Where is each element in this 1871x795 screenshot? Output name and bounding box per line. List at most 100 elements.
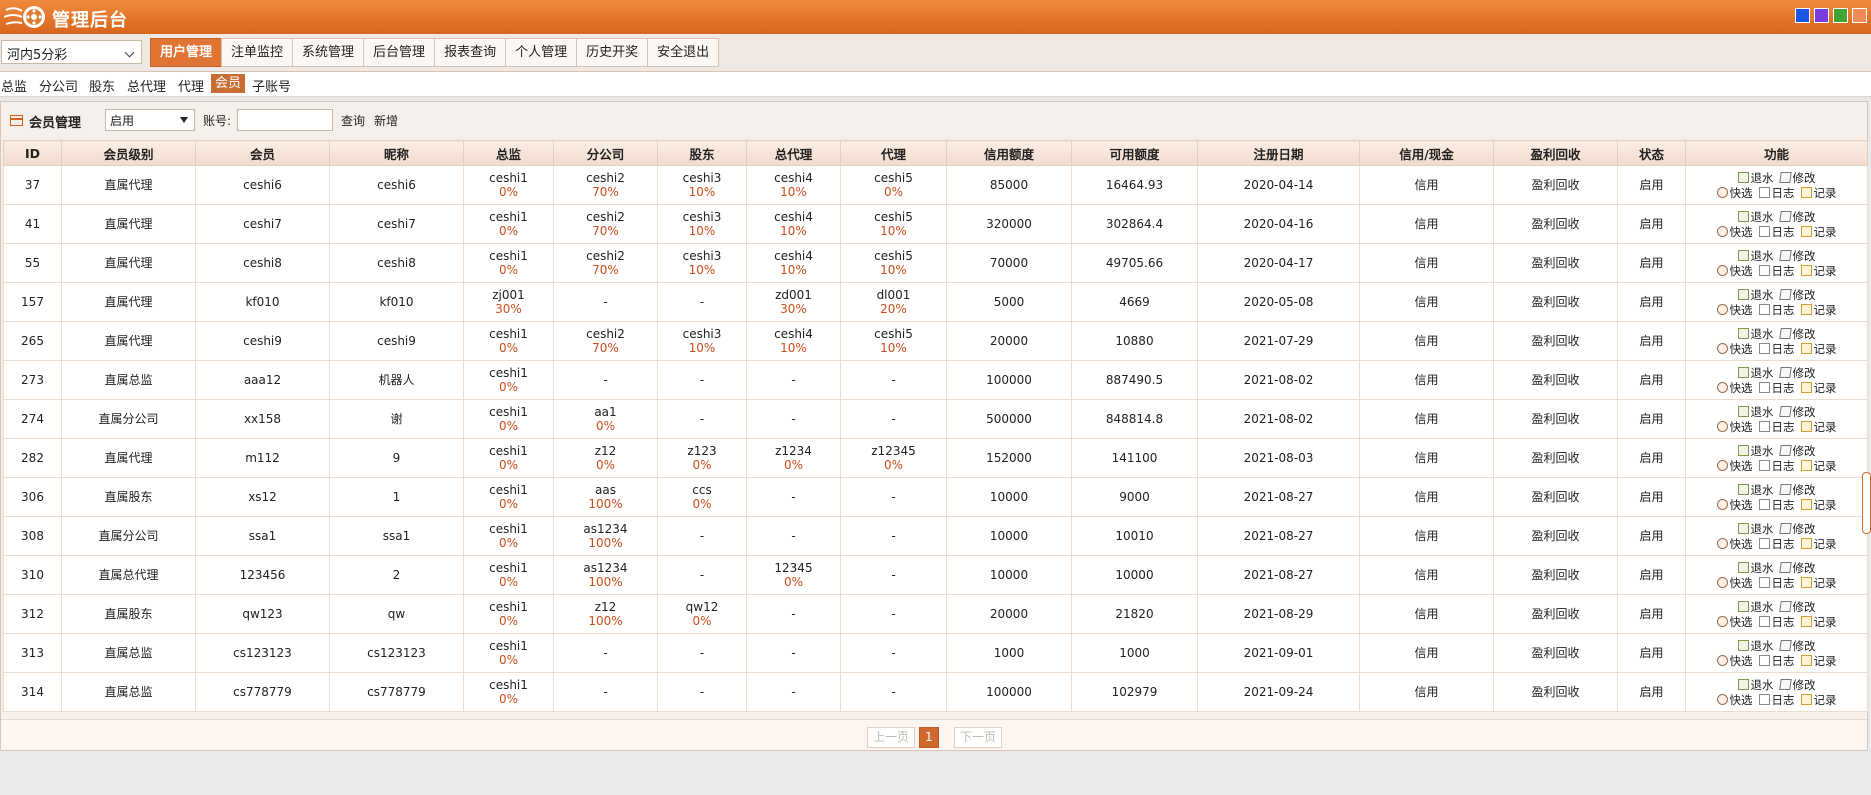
log-button[interactable]: 日志 bbox=[1758, 185, 1795, 200]
record-button[interactable]: 记录 bbox=[1800, 224, 1837, 239]
refund-button[interactable]: 退水 bbox=[1737, 560, 1774, 575]
quick-select-button[interactable]: 快选 bbox=[1716, 380, 1753, 395]
log-button[interactable]: 日志 bbox=[1758, 692, 1795, 707]
subnav-shareholder[interactable]: 股东 bbox=[89, 76, 115, 95]
refund-button[interactable]: 退水 bbox=[1737, 521, 1774, 536]
nav-report-query[interactable]: 报表查询 bbox=[434, 38, 507, 67]
refund-button[interactable]: 退水 bbox=[1737, 287, 1774, 302]
record-button[interactable]: 记录 bbox=[1800, 419, 1837, 434]
refund-button[interactable]: 退水 bbox=[1737, 677, 1774, 692]
log-button[interactable]: 日志 bbox=[1758, 380, 1795, 395]
nav-logout[interactable]: 安全退出 bbox=[647, 38, 720, 67]
nav-history-results[interactable]: 历史开奖 bbox=[576, 38, 649, 67]
record-button[interactable]: 记录 bbox=[1800, 302, 1837, 317]
record-button[interactable]: 记录 bbox=[1800, 380, 1837, 395]
log-button[interactable]: 日志 bbox=[1758, 536, 1795, 551]
edit-button[interactable]: 修改 bbox=[1778, 482, 1816, 497]
edit-button[interactable]: 修改 bbox=[1778, 209, 1816, 224]
nav-user-management[interactable]: 用户管理 bbox=[150, 38, 223, 67]
quick-select-button[interactable]: 快选 bbox=[1716, 458, 1753, 473]
theme-swatch-orange[interactable] bbox=[1852, 8, 1867, 23]
log-button[interactable]: 日志 bbox=[1758, 458, 1795, 473]
refund-button[interactable]: 退水 bbox=[1737, 599, 1774, 614]
refund-button[interactable]: 退水 bbox=[1737, 248, 1774, 263]
edit-button[interactable]: 修改 bbox=[1778, 404, 1816, 419]
edit-button[interactable]: 修改 bbox=[1778, 287, 1816, 302]
current-page[interactable]: 1 bbox=[919, 727, 939, 748]
nav-bet-monitor[interactable]: 注单监控 bbox=[221, 38, 294, 67]
subnav-agent[interactable]: 代理 bbox=[178, 76, 204, 95]
edit-button[interactable]: 修改 bbox=[1778, 248, 1816, 263]
lottery-select[interactable]: 河内5分彩 bbox=[1, 40, 142, 64]
account-input[interactable] bbox=[237, 109, 333, 131]
nav-backend-management[interactable]: 后台管理 bbox=[363, 38, 436, 67]
subnav-member[interactable]: 会员 bbox=[211, 74, 246, 93]
log-button[interactable]: 日志 bbox=[1758, 653, 1795, 668]
edit-button[interactable]: 修改 bbox=[1778, 521, 1816, 536]
nav-personal-management[interactable]: 个人管理 bbox=[505, 38, 578, 67]
add-button[interactable]: 新增 bbox=[374, 112, 398, 129]
cell-director-share: 0% bbox=[498, 419, 519, 433]
edit-button[interactable]: 修改 bbox=[1778, 560, 1816, 575]
quick-select-button[interactable]: 快选 bbox=[1716, 497, 1753, 512]
subnav-branch[interactable]: 分公司 bbox=[39, 76, 78, 95]
quick-select-button[interactable]: 快选 bbox=[1716, 302, 1753, 317]
quick-select-button[interactable]: 快选 bbox=[1716, 614, 1753, 629]
log-button[interactable]: 日志 bbox=[1758, 614, 1795, 629]
next-page-button[interactable]: 下一页 bbox=[954, 727, 1003, 748]
log-button[interactable]: 日志 bbox=[1758, 419, 1795, 434]
refund-button[interactable]: 退水 bbox=[1737, 404, 1774, 419]
status-filter-select[interactable]: 启用 bbox=[105, 109, 195, 131]
record-button[interactable]: 记录 bbox=[1800, 653, 1837, 668]
record-button[interactable]: 记录 bbox=[1800, 185, 1837, 200]
record-button[interactable]: 记录 bbox=[1800, 692, 1837, 707]
edit-button[interactable]: 修改 bbox=[1778, 443, 1816, 458]
record-button[interactable]: 记录 bbox=[1800, 341, 1837, 356]
prev-page-button[interactable]: 上一页 bbox=[867, 727, 916, 748]
theme-swatch-blue[interactable] bbox=[1795, 8, 1810, 23]
edit-button[interactable]: 修改 bbox=[1778, 365, 1816, 380]
edit-button[interactable]: 修改 bbox=[1778, 677, 1816, 692]
nav-system-management[interactable]: 系统管理 bbox=[292, 38, 365, 67]
quick-select-button[interactable]: 快选 bbox=[1716, 536, 1753, 551]
record-button[interactable]: 记录 bbox=[1800, 497, 1837, 512]
theme-swatch-purple[interactable] bbox=[1814, 8, 1829, 23]
record-button[interactable]: 记录 bbox=[1800, 458, 1837, 473]
record-button[interactable]: 记录 bbox=[1800, 614, 1837, 629]
record-button[interactable]: 记录 bbox=[1800, 575, 1837, 590]
quick-select-button[interactable]: 快选 bbox=[1716, 263, 1753, 278]
subnav-general-agent[interactable]: 总代理 bbox=[127, 76, 166, 95]
refund-button[interactable]: 退水 bbox=[1737, 170, 1774, 185]
edit-button[interactable]: 修改 bbox=[1778, 638, 1816, 653]
record-button[interactable]: 记录 bbox=[1800, 263, 1837, 278]
edit-button[interactable]: 修改 bbox=[1778, 599, 1816, 614]
quick-select-button[interactable]: 快选 bbox=[1716, 575, 1753, 590]
refund-button[interactable]: 退水 bbox=[1737, 443, 1774, 458]
quick-select-button[interactable]: 快选 bbox=[1716, 185, 1753, 200]
query-button[interactable]: 查询 bbox=[341, 112, 365, 129]
log-button[interactable]: 日志 bbox=[1758, 341, 1795, 356]
log-button[interactable]: 日志 bbox=[1758, 497, 1795, 512]
scrollbar-thumb[interactable] bbox=[1862, 472, 1871, 534]
theme-swatch-green[interactable] bbox=[1833, 8, 1848, 23]
refund-button[interactable]: 退水 bbox=[1737, 365, 1774, 380]
subnav-sub-account[interactable]: 子账号 bbox=[252, 76, 291, 95]
quick-select-button[interactable]: 快选 bbox=[1716, 692, 1753, 707]
refund-button[interactable]: 退水 bbox=[1737, 326, 1774, 341]
quick-select-button[interactable]: 快选 bbox=[1716, 419, 1753, 434]
refund-button[interactable]: 退水 bbox=[1737, 482, 1774, 497]
refund-button[interactable]: 退水 bbox=[1737, 209, 1774, 224]
quick-select-button[interactable]: 快选 bbox=[1716, 341, 1753, 356]
record-button[interactable]: 记录 bbox=[1800, 536, 1837, 551]
log-button[interactable]: 日志 bbox=[1758, 224, 1795, 239]
subnav-director[interactable]: 总监 bbox=[1, 76, 27, 95]
edit-button[interactable]: 修改 bbox=[1778, 326, 1816, 341]
quick-select-button[interactable]: 快选 bbox=[1716, 224, 1753, 239]
log-button[interactable]: 日志 bbox=[1758, 263, 1795, 278]
log-button[interactable]: 日志 bbox=[1758, 575, 1795, 590]
refund-button[interactable]: 退水 bbox=[1737, 638, 1774, 653]
quick-select-button[interactable]: 快选 bbox=[1716, 653, 1753, 668]
top-bar: 河内5分彩 用户管理 注单监控 系统管理 后台管理 报表查询 个人管理 历史开奖… bbox=[0, 34, 1871, 72]
edit-button[interactable]: 修改 bbox=[1778, 170, 1816, 185]
log-button[interactable]: 日志 bbox=[1758, 302, 1795, 317]
